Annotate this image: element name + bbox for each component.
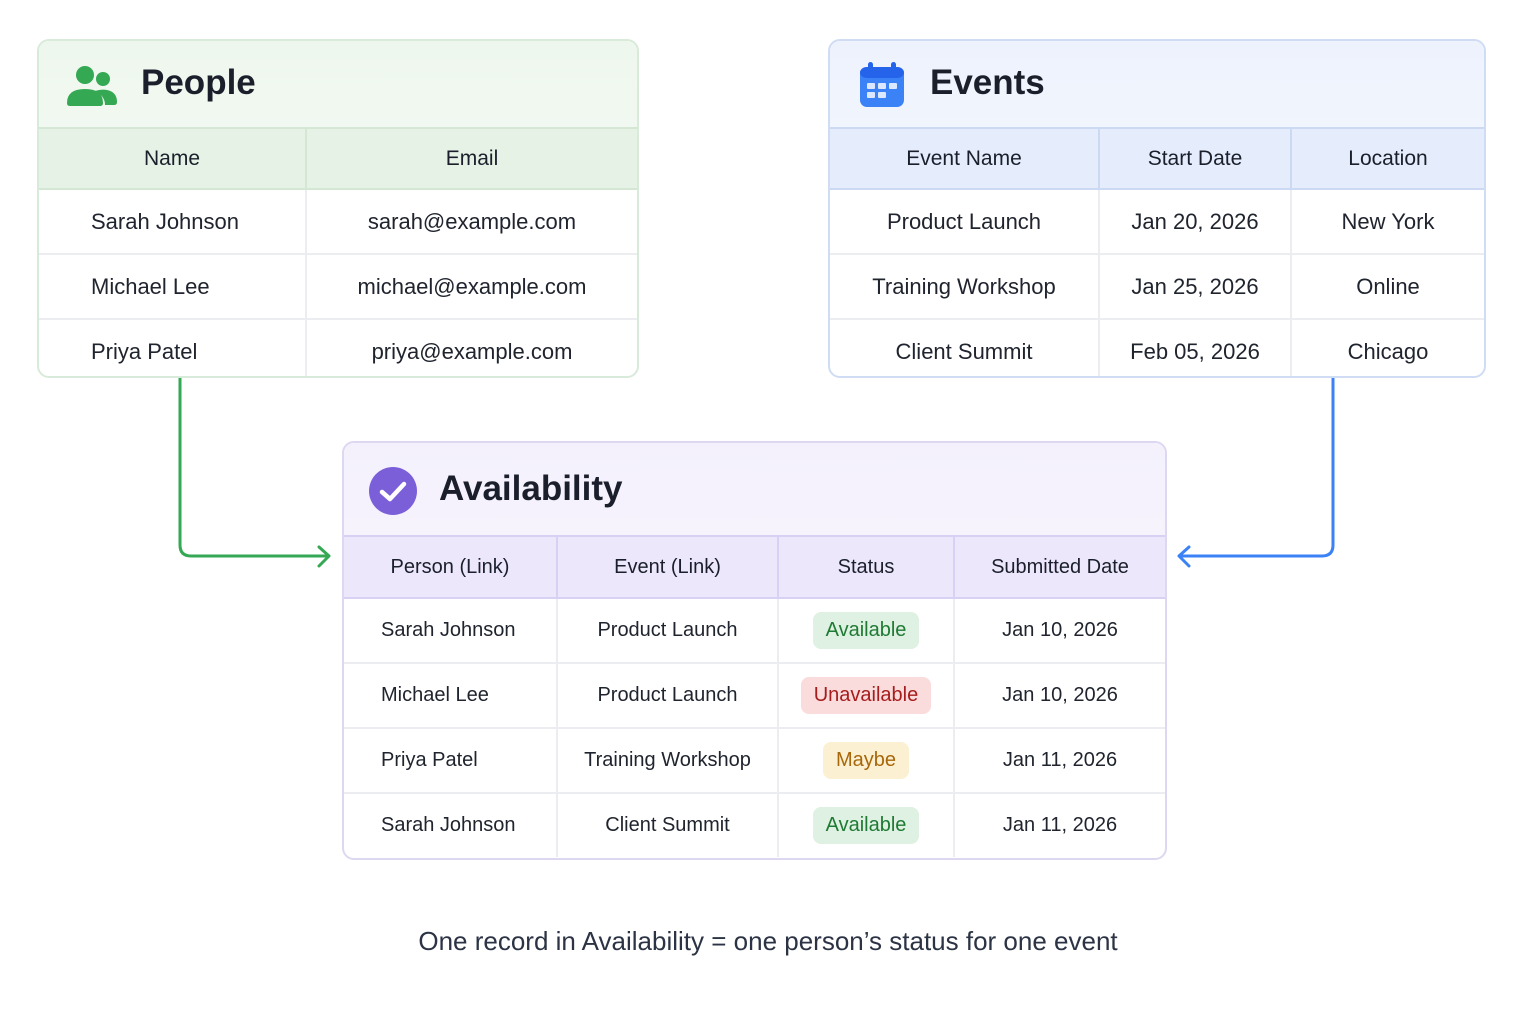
person-name-cell: Sarah Johnson [39, 189, 307, 254]
table-row: Sarah Johnson Product Launch Available J… [344, 598, 1165, 663]
table-row: Client Summit Feb 05, 2026 Chicago [830, 318, 1484, 376]
check-circle-icon [369, 467, 417, 515]
table-row: Michael Lee Product Launch Unavailable J… [344, 662, 1165, 728]
events-header: Events [830, 41, 1484, 127]
event-location-cell: New York [1341, 208, 1435, 234]
event-date-cell: Feb 05, 2026 [1099, 318, 1292, 376]
availability-title: Availability [439, 469, 623, 508]
table-row: Sarah Johnson Client Summit Available Ja… [344, 792, 1165, 857]
column-header-email: Email [306, 127, 637, 190]
event-link-cell: Training Workshop [557, 727, 779, 793]
column-header-event-name: Event Name [830, 127, 1100, 190]
event-link-cell: Product Launch [557, 662, 779, 728]
person-email-cell: sarah@example.com [367, 208, 577, 234]
table-row: Michael Lee michael@example.com [39, 253, 637, 319]
status-cell: Available [778, 598, 955, 663]
event-location-cell: Chicago [1291, 318, 1484, 376]
availability-table-card: Availability Person (Link) Event (Link) … [342, 441, 1167, 860]
event-location-cell: Online [1291, 253, 1484, 319]
event-name-cell: Product Launch [830, 189, 1100, 254]
person-link-cell: Priya Patel [344, 727, 558, 793]
person-email-cell: michael@example.com [306, 253, 637, 319]
events-title: Events [930, 63, 1045, 102]
person-name-cell: Priya Patel [39, 318, 307, 376]
caption: One record in Availability = one person’… [418, 926, 1118, 956]
status-badge: Available [812, 807, 920, 844]
people-table: Name Email Sarah Johnson sarah@example.c… [39, 127, 637, 376]
column-header-location: Location [1291, 127, 1484, 190]
column-header-person-link: Person (Link) [344, 535, 558, 599]
table-row: Sarah Johnson sarah@example.com [39, 189, 637, 254]
people-icon [67, 66, 117, 106]
event-name-cell: Client Summit [830, 318, 1100, 376]
table-row: Priya Patel Training Workshop Maybe Jan … [344, 727, 1165, 793]
table-row: Priya Patel priya@example.com [39, 318, 637, 376]
column-header-submitted-date: Submitted Date [954, 535, 1165, 599]
submitted-date-cell: Jan 11, 2026 [954, 792, 1165, 857]
column-header-status: Status [778, 535, 955, 599]
event-link-cell: Product Launch [557, 598, 779, 663]
submitted-date-cell: Jan 10, 2026 [1002, 619, 1118, 641]
column-header-event-link: Event (Link) [557, 535, 779, 599]
status-cell: Maybe [778, 727, 955, 793]
people-title: People [141, 63, 256, 102]
person-name-cell: Michael Lee [39, 253, 307, 319]
calendar-icon [860, 62, 904, 107]
table-row: Training Workshop Jan 25, 2026 Online [830, 253, 1484, 319]
people-header: People [39, 41, 637, 127]
status-badge: Available [812, 612, 920, 649]
event-name-cell: Training Workshop [830, 253, 1100, 319]
submitted-date-cell: Jan 11, 2026 [954, 727, 1165, 793]
availability-header: Availability [344, 443, 1165, 535]
event-date-cell: Jan 20, 2026 [1099, 189, 1292, 254]
table-row: Product Launch Jan 20, 2026 New York [830, 189, 1484, 254]
status-badge: Maybe [822, 742, 910, 779]
person-link-cell: Sarah Johnson [344, 792, 558, 857]
status-cell: Available [778, 792, 955, 857]
status-badge: Unavailable [800, 677, 932, 714]
event-date-cell: Jan 25, 2026 [1099, 253, 1292, 319]
events-table-card: Events Event Name Start Date Location Pr… [828, 39, 1486, 378]
people-to-availability-arrow [178, 376, 330, 558]
submitted-date-cell: Jan 10, 2026 [954, 662, 1165, 728]
column-header-name: Name [39, 127, 307, 190]
availability-table: Person (Link) Event (Link) Status Submit… [344, 535, 1165, 857]
people-table-card: People Name Email Sarah Johnson sarah@ex… [37, 39, 639, 378]
events-table: Event Name Start Date Location Product L… [830, 127, 1484, 376]
events-to-availability-arrow [1178, 376, 1335, 558]
status-cell: Unavailable [778, 662, 955, 728]
column-header-start-date: Start Date [1099, 127, 1292, 190]
event-link-cell: Client Summit [557, 792, 779, 857]
person-link-cell: Michael Lee [344, 662, 558, 728]
person-link-cell: Sarah Johnson [344, 598, 558, 663]
person-email-cell: priya@example.com [306, 318, 637, 376]
